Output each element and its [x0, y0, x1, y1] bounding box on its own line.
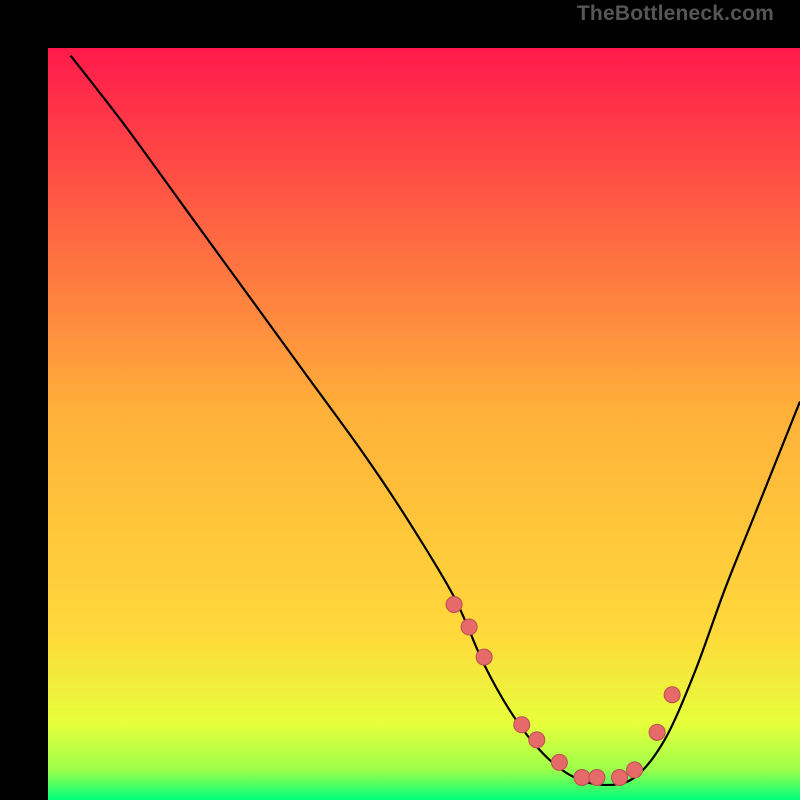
highlight-point: [476, 649, 492, 665]
highlight-point: [612, 769, 628, 785]
highlight-point: [529, 732, 545, 748]
bottleneck-chart: [48, 48, 800, 800]
highlight-point: [627, 762, 643, 778]
highlight-point: [664, 687, 680, 703]
watermark-text: TheBottleneck.com: [577, 2, 774, 26]
highlight-point: [574, 769, 590, 785]
highlight-point: [461, 619, 477, 635]
highlight-point: [589, 769, 605, 785]
gradient-background: [48, 48, 800, 800]
highlight-point: [446, 596, 462, 612]
highlight-point: [514, 717, 530, 733]
highlight-point: [551, 754, 567, 770]
highlight-point: [649, 724, 665, 740]
chart-frame: [24, 24, 776, 776]
